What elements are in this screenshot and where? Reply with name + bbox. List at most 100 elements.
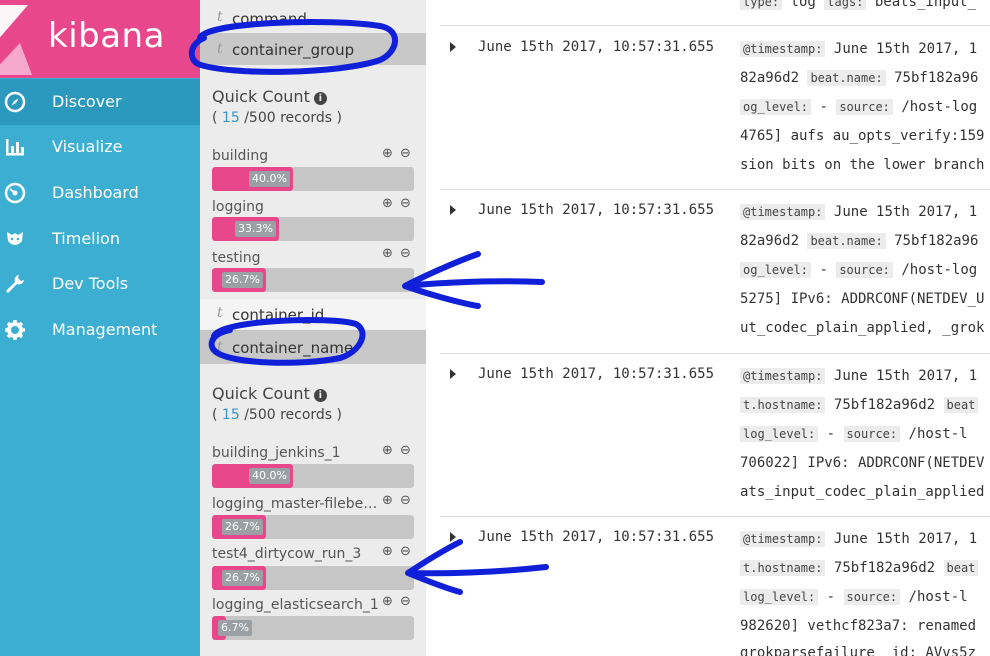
wrench-icon <box>6 275 24 293</box>
doc-source-line: log_level: - source: /host-l <box>740 589 968 605</box>
zoom-in-icon[interactable]: ⊕ <box>382 196 393 211</box>
info-icon[interactable]: i <box>313 389 327 402</box>
nav-label-discover: Discover <box>52 92 122 111</box>
percent-badge: 26.7% <box>222 272 263 288</box>
value-label: logging_elasticsearch_1 <box>212 597 379 613</box>
nav-item-dev-tools[interactable]: Dev Tools <box>0 261 200 307</box>
expand-toggle-icon[interactable] <box>450 42 456 52</box>
zoom-out-icon[interactable]: ⊖ <box>400 544 411 559</box>
quick-count-label: Quick Count <box>212 87 310 106</box>
zoom-out-icon[interactable]: ⊖ <box>400 196 411 211</box>
row-divider <box>440 516 990 517</box>
field-name: container_name <box>232 339 354 357</box>
field-key: og_level: <box>740 99 812 115</box>
value-bar: 26.7% <box>212 566 414 590</box>
value-label: building <box>212 148 269 164</box>
nav-item-timelion[interactable]: Timelion <box>0 216 200 262</box>
field-key: source: <box>843 589 901 605</box>
value-bar: 33.3% <box>212 217 414 241</box>
document-table: type: log tags: beats_input_ June 15th 2… <box>426 0 990 656</box>
expand-toggle-icon[interactable] <box>450 369 456 379</box>
nav-label-management: Management <box>52 320 158 339</box>
records-count: 15 <box>221 110 240 126</box>
doc-source-line: og_level: - source: /host-log <box>740 262 977 278</box>
field-name: command <box>232 10 307 28</box>
field-value: 82a96d2 <box>740 233 808 249</box>
field-value: /host-l <box>900 589 968 605</box>
zoom-out-icon[interactable]: ⊖ <box>400 146 411 161</box>
string-type-icon: t <box>217 305 223 321</box>
info-icon[interactable]: i <box>313 92 327 105</box>
field-value: - <box>811 99 837 115</box>
zoom-out-icon[interactable]: ⊖ <box>400 246 411 261</box>
field-value: log <box>782 0 825 10</box>
doc-source-line: 82a96d2 beat.name: 75bf182a96 <box>740 70 978 86</box>
field-value: 75bf182a96d2 <box>825 560 944 576</box>
nav-item-dashboard[interactable]: Dashboard <box>0 170 200 216</box>
dashboard-icon <box>4 182 26 204</box>
records-total: /500 records ) <box>239 110 343 126</box>
percent-badge: 26.7% <box>222 570 263 586</box>
nav-item-discover[interactable]: Discover <box>0 79 200 125</box>
zoom-in-icon[interactable]: ⊕ <box>382 146 393 161</box>
brand-name: kibana <box>48 16 165 56</box>
value-bar: 26.7% <box>212 515 414 539</box>
doc-source-line: type: log tags: beats_input_ <box>740 0 976 10</box>
nav-label-dashboard: Dashboard <box>52 183 139 202</box>
expand-toggle-icon[interactable] <box>450 205 456 215</box>
doc-source-line: @timestamp: June 15th 2017, 1 <box>740 204 977 220</box>
field-key: source: <box>836 262 893 278</box>
records-count: 15 <box>221 407 240 423</box>
doc-timestamp: June 15th 2017, 10:57:31.655 <box>478 366 715 382</box>
doc-source-line: log_level: - source: /host-l <box>740 426 968 442</box>
zoom-in-icon[interactable]: ⊕ <box>382 594 393 609</box>
row-divider <box>440 353 990 354</box>
value-label: logging <box>212 199 264 215</box>
field-item-container-group[interactable]: t container_group <box>200 33 426 65</box>
field-name: container_group <box>232 41 355 59</box>
doc-source-line: grokparsefailure _id: AVvs5z <box>740 645 977 656</box>
string-type-icon: t <box>217 9 223 25</box>
doc-source-line: 82a96d2 beat.name: 75bf182a96 <box>740 233 978 249</box>
zoom-in-icon[interactable]: ⊕ <box>382 443 393 458</box>
doc-source-line: @timestamp: June 15th 2017, 1 <box>740 531 977 547</box>
field-key: t.hostname: <box>740 560 826 576</box>
zoom-in-icon[interactable]: ⊕ <box>382 493 393 508</box>
zoom-out-icon[interactable]: ⊖ <box>400 594 411 609</box>
field-value: 75bf182a96 <box>885 233 979 249</box>
field-value: 82a96d2 <box>740 70 808 86</box>
field-value: /host-log <box>892 99 978 115</box>
field-key: log_level: <box>740 426 819 442</box>
string-type-icon: t <box>217 41 223 57</box>
doc-timestamp: June 15th 2017, 10:57:31.655 <box>478 529 715 545</box>
zoom-out-icon[interactable]: ⊖ <box>400 493 411 508</box>
field-key: @timestamp: <box>740 204 826 220</box>
brand-header[interactable]: kibana <box>0 0 200 78</box>
doc-source-line: sion bits on the lower branch <box>740 157 985 173</box>
field-value: beats_input_ <box>866 0 976 10</box>
zoom-in-icon[interactable]: ⊕ <box>382 246 393 261</box>
string-type-icon: t <box>217 339 223 355</box>
expand-toggle-icon[interactable] <box>450 532 456 542</box>
percent-badge: 33.3% <box>235 221 276 237</box>
field-value: - <box>818 426 844 442</box>
nav-item-visualize[interactable]: Visualize <box>0 124 200 170</box>
field-value: - <box>811 262 837 278</box>
row-divider <box>440 25 990 26</box>
field-item-container-id[interactable]: t container_id <box>200 299 426 329</box>
quick-count-title: Quick Count i <box>212 87 327 106</box>
doc-source-line: 982620] vethcf823a7: renamed <box>740 618 977 634</box>
doc-source-line: 4765] aufs au_opts_verify:159 <box>740 128 985 144</box>
field-item-container-name[interactable]: t container_name <box>200 330 426 364</box>
zoom-out-icon[interactable]: ⊖ <box>400 443 411 458</box>
nav-item-management[interactable]: Management <box>0 307 200 353</box>
field-key: source: <box>836 99 893 115</box>
doc-source-line: ats_input_codec_plain_applied <box>740 484 985 500</box>
zoom-in-icon[interactable]: ⊕ <box>382 544 393 559</box>
field-value: 75bf182a96 <box>885 70 979 86</box>
doc-source-line: @timestamp: June 15th 2017, 1 <box>740 41 977 57</box>
records-open: ( <box>212 110 222 126</box>
field-item-command[interactable]: t command <box>200 3 426 33</box>
kibana-nav: kibana Discover Visualize Dashboard Time… <box>0 0 200 656</box>
doc-source-line: ut_codec_plain_applied, _grok <box>740 320 985 336</box>
